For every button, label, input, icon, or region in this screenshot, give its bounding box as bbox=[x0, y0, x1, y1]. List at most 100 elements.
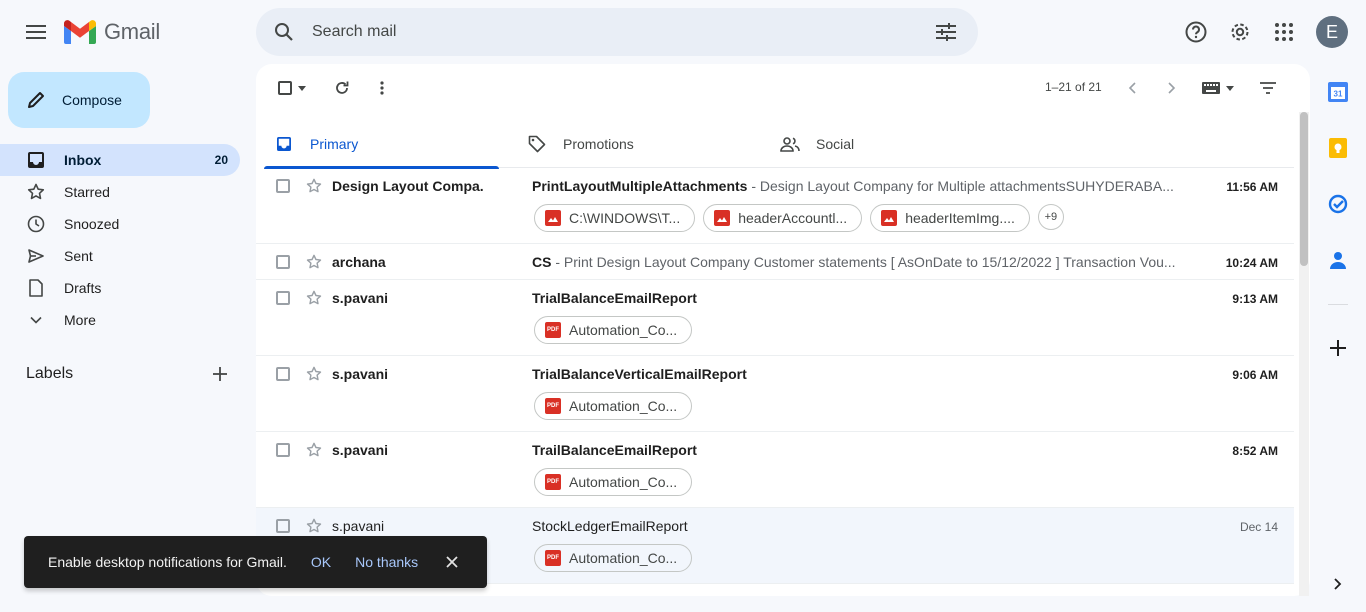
support-button[interactable] bbox=[1176, 12, 1216, 52]
star-toggle[interactable] bbox=[304, 364, 324, 384]
plus-icon bbox=[1330, 340, 1346, 356]
email-row[interactable]: s.pavani TrialBalanceVerticalEmailReport… bbox=[256, 356, 1294, 432]
top-bar: Gmail E bbox=[0, 0, 1366, 64]
attachment-chip[interactable]: PDF Automation_Co... bbox=[534, 392, 693, 420]
show-side-panel-button[interactable] bbox=[1328, 574, 1348, 594]
calendar-button[interactable]: 31 bbox=[1328, 82, 1348, 102]
keyboard-icon bbox=[1202, 82, 1220, 94]
gmail-logo[interactable]: Gmail bbox=[64, 18, 160, 46]
attachment-name: Automation_Co... bbox=[569, 550, 678, 566]
row-checkbox[interactable] bbox=[276, 519, 290, 533]
email-sender: s.pavani bbox=[332, 442, 389, 458]
email-row[interactable]: Design Layout Compa. PrintLayoutMultiple… bbox=[256, 168, 1294, 244]
tab-promotions[interactable]: Promotions bbox=[517, 120, 752, 168]
email-subject: StockLedgerEmailReport bbox=[532, 518, 688, 534]
tune-icon bbox=[936, 23, 956, 41]
contacts-icon bbox=[1330, 252, 1346, 269]
email-sender: Design Layout Compa. bbox=[332, 178, 484, 194]
inbox-icon bbox=[26, 150, 46, 170]
select-all-checkbox[interactable] bbox=[272, 72, 312, 104]
input-tools-button[interactable] bbox=[1198, 72, 1238, 104]
star-toggle[interactable] bbox=[304, 440, 324, 460]
attachment-name: headerItemImg.... bbox=[905, 210, 1015, 226]
email-row[interactable]: s.pavani TrailBalanceEmailReport 8:52 AM… bbox=[256, 432, 1294, 508]
attachment-chip[interactable]: headerItemImg.... bbox=[870, 204, 1030, 232]
tasks-button[interactable] bbox=[1328, 194, 1348, 214]
email-time: 10:24 AM bbox=[1225, 256, 1278, 270]
email-row[interactable]: archana CS - Print Design Layout Company… bbox=[256, 244, 1294, 280]
hamburger-menu-icon bbox=[26, 25, 46, 39]
attachment-chip[interactable]: PDF Automation_Co... bbox=[534, 468, 693, 496]
more-attachments-chip[interactable]: +9 bbox=[1037, 204, 1064, 230]
email-sender: s.pavani bbox=[332, 366, 389, 382]
row-checkbox[interactable] bbox=[276, 255, 290, 269]
sidebar-item-label: Inbox bbox=[64, 152, 102, 168]
row-checkbox[interactable] bbox=[276, 443, 290, 457]
email-subject-line: PrintLayoutMultipleAttachments - Design … bbox=[532, 178, 1192, 194]
apps-grid-icon bbox=[1275, 23, 1293, 41]
star-toggle[interactable] bbox=[304, 252, 324, 272]
tab-social[interactable]: Social bbox=[770, 120, 1005, 168]
snackbar-close-button[interactable] bbox=[442, 552, 462, 572]
labels-header: Labels bbox=[26, 362, 240, 386]
row-checkbox[interactable] bbox=[276, 367, 290, 381]
older-button[interactable] bbox=[1160, 72, 1184, 104]
attachment-chip[interactable]: PDF Automation_Co... bbox=[534, 316, 693, 344]
mail-list-scrollbar[interactable] bbox=[1299, 112, 1309, 596]
search-button[interactable] bbox=[268, 16, 300, 48]
image-file-icon bbox=[545, 210, 561, 226]
row-checkbox[interactable] bbox=[276, 291, 290, 305]
attachment-chip[interactable]: PDF Automation_Co... bbox=[534, 544, 693, 572]
star-toggle[interactable] bbox=[304, 176, 324, 196]
filter-button[interactable] bbox=[1256, 72, 1280, 104]
attachment-name: Automation_Co... bbox=[569, 322, 678, 338]
email-time: Dec 14 bbox=[1239, 520, 1278, 534]
sidebar-item-label: More bbox=[64, 312, 96, 328]
more-actions-button[interactable] bbox=[366, 72, 398, 104]
calendar-day: 31 bbox=[1334, 90, 1343, 99]
search-options-button[interactable] bbox=[930, 16, 962, 48]
attachment-chip[interactable]: C:\WINDOWS\T... bbox=[534, 204, 696, 232]
keep-button[interactable] bbox=[1328, 138, 1348, 158]
refresh-button[interactable] bbox=[326, 72, 358, 104]
pdf-file-icon: PDF bbox=[545, 550, 561, 566]
snackbar-ok-button[interactable]: OK bbox=[311, 554, 331, 570]
star-toggle[interactable] bbox=[304, 516, 324, 536]
settings-button[interactable] bbox=[1220, 12, 1260, 52]
compose-label: Compose bbox=[62, 92, 122, 108]
compose-button[interactable]: Compose bbox=[8, 72, 150, 128]
email-sender: s.pavani bbox=[332, 518, 385, 534]
snackbar-no-thanks-button[interactable]: No thanks bbox=[355, 554, 418, 570]
pencil-icon bbox=[28, 92, 44, 108]
sidebar-item-sent[interactable]: Sent bbox=[0, 240, 240, 272]
plus-icon bbox=[213, 367, 227, 381]
sidebar-item-inbox[interactable]: Inbox 20 bbox=[0, 144, 240, 176]
main-menu-button[interactable] bbox=[16, 12, 56, 52]
newer-button[interactable] bbox=[1120, 72, 1144, 104]
contacts-button[interactable] bbox=[1328, 250, 1348, 270]
sidebar-item-drafts[interactable]: Drafts bbox=[0, 272, 240, 304]
tab-primary[interactable]: Primary bbox=[264, 120, 499, 169]
side-panel: 31 bbox=[1310, 64, 1366, 612]
sidebar-item-more[interactable]: More bbox=[0, 304, 240, 336]
draft-icon bbox=[26, 278, 46, 298]
row-checkbox[interactable] bbox=[276, 179, 290, 193]
email-subject: TrailBalanceEmailReport bbox=[532, 442, 697, 458]
email-row[interactable]: s.pavani TrialBalanceEmailReport 9:13 AM… bbox=[256, 280, 1294, 356]
email-sender: archana bbox=[332, 254, 386, 270]
email-sender: s.pavani bbox=[332, 290, 389, 306]
attachment-chip[interactable]: headerAccountl... bbox=[703, 204, 863, 232]
email-subject-line: StockLedgerEmailReport bbox=[532, 518, 1192, 534]
create-label-button[interactable] bbox=[210, 364, 230, 384]
star-icon bbox=[306, 290, 322, 305]
account-avatar[interactable]: E bbox=[1316, 16, 1348, 48]
sidebar-item-snoozed[interactable]: Snoozed bbox=[0, 208, 240, 240]
pagination-label: 1–21 of 21 bbox=[1045, 80, 1102, 94]
sidebar-item-starred[interactable]: Starred bbox=[0, 176, 240, 208]
star-toggle[interactable] bbox=[304, 288, 324, 308]
get-addons-button[interactable] bbox=[1328, 338, 1348, 358]
help-icon bbox=[1185, 21, 1207, 43]
google-apps-button[interactable] bbox=[1264, 12, 1304, 52]
search-input[interactable] bbox=[312, 8, 912, 56]
scrollbar-thumb[interactable] bbox=[1300, 112, 1308, 266]
